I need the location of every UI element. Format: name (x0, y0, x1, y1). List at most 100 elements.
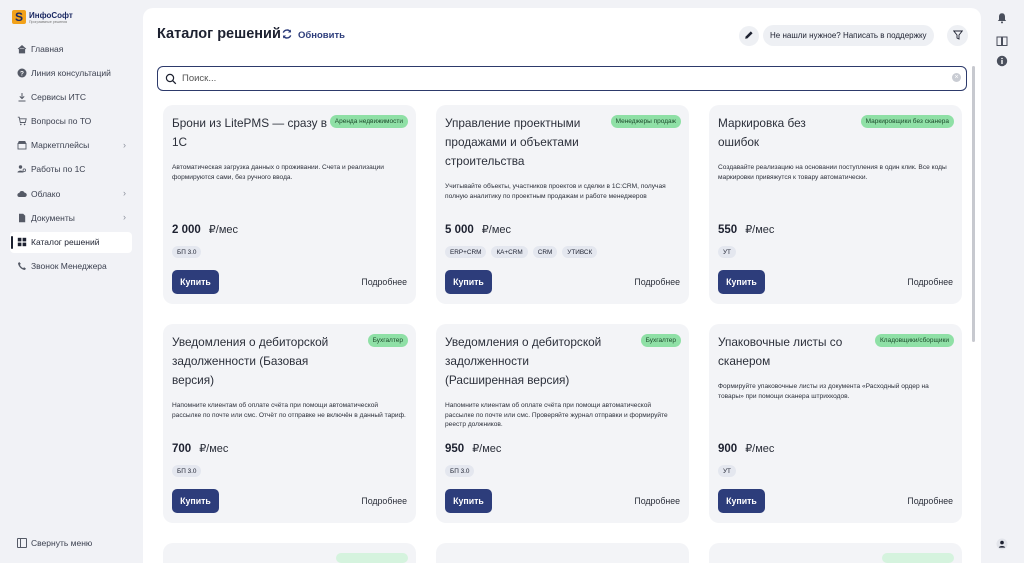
sidebar-item-label: Вопросы по ТО (31, 116, 92, 127)
card-description: Учитывайте объекты, участников проектов … (445, 183, 666, 200)
svg-text:?: ? (20, 70, 24, 77)
refresh-button[interactable]: Обновить (281, 28, 345, 42)
buy-button[interactable]: Купить (445, 489, 492, 513)
page-title: Каталог решений (157, 26, 281, 42)
product-tag: ERP+CRM (445, 246, 487, 258)
pencil-icon (744, 30, 754, 43)
price-unit: ₽/мес (745, 224, 775, 236)
audience-tag-partial (336, 553, 408, 563)
collapse-menu-button[interactable]: Свернуть меню (17, 538, 92, 548)
sidebar-item-to-questions[interactable]: Вопросы по ТО (10, 111, 132, 132)
search-input[interactable] (182, 73, 942, 84)
sidebar-item-its-services[interactable]: Сервисы ИТС (10, 86, 132, 107)
sidebar-item-documents[interactable]: Документы › (10, 207, 132, 228)
product-tags: БП 3.0 (172, 465, 202, 477)
chevron-right-icon: › (123, 139, 126, 150)
audience-tag: Бухгалтер (640, 334, 681, 347)
sidebar-item-cloud[interactable]: Облако › (10, 183, 132, 204)
price-unit: ₽/мес (745, 443, 775, 455)
details-link[interactable]: Подробнее (634, 496, 680, 506)
solution-card: Упаковочные листы со сканером Кладовщики… (709, 324, 962, 523)
filter-icon (952, 27, 963, 45)
product-tag: КА+CRM (491, 246, 528, 258)
buy-button[interactable]: Купить (172, 489, 219, 513)
solution-card: Уведомления о дебиторской задолженности … (163, 324, 416, 523)
product-tag: БП 3.0 (172, 465, 202, 477)
sidebar-item-label: Каталог решений (31, 237, 100, 247)
sidebar-item-label: Работы по 1С (31, 164, 86, 175)
details-link[interactable]: Подробнее (907, 496, 953, 506)
card-title: Маркировка без ошибок (718, 116, 806, 149)
audience-tag: Бухгалтер (367, 334, 408, 347)
price-unit: ₽/мес (199, 443, 229, 455)
scrollbar[interactable] (972, 66, 975, 342)
bell-icon[interactable] (995, 11, 1009, 25)
buy-button[interactable]: Купить (445, 270, 492, 294)
card-title: Уведомления о дебиторской задолженности … (445, 335, 602, 387)
brand-logo[interactable]: S ИнфоСофт Программные решения (12, 10, 73, 24)
product-tag: УТИВСК (562, 246, 598, 258)
solution-card-partial (163, 543, 416, 563)
filter-button[interactable] (947, 25, 968, 46)
card-description: Напомните клиентам об оплате счёта при п… (172, 402, 406, 419)
sidebar-item-home[interactable]: Главная (10, 38, 132, 59)
sidebar-item-catalog[interactable]: Каталог решений (10, 231, 132, 253)
refresh-icon (281, 28, 293, 42)
download-icon (17, 92, 27, 102)
product-tags: ERP+CRM КА+CRM CRM УТИВСК (445, 246, 598, 258)
collapse-menu-label: Свернуть меню (31, 538, 93, 548)
card-title: Управление проектными продажами и объект… (445, 116, 581, 168)
card-description: Создавайте реализацию на основании посту… (718, 164, 947, 181)
buy-button[interactable]: Купить (718, 489, 765, 513)
sidebar-item-manager-call[interactable]: Звонок Менеджера (10, 256, 132, 277)
solution-card-partial (436, 543, 689, 563)
sidebar-item-consult-line[interactable]: ? Линия консультаций (10, 62, 132, 83)
solution-card: Уведомления о дебиторской задолженности … (436, 324, 689, 523)
card-price: 550 ₽/мес (718, 223, 774, 236)
support-request-button[interactable]: Не нашли нужное? Написать в поддержку (763, 25, 934, 46)
book-icon[interactable] (995, 34, 1009, 48)
product-tag: БП 3.0 (445, 465, 475, 477)
sidebar-item-1c-works[interactable]: Работы по 1С (10, 159, 132, 180)
sidebar-item-label: Главная (31, 43, 64, 54)
store-icon (17, 140, 27, 150)
refresh-label: Обновить (298, 29, 345, 41)
price-value: 950 (445, 443, 465, 455)
sidebar-nav: Главная ? Линия консультаций Сервисы ИТС… (10, 38, 132, 280)
sidebar-item-label: Сервисы ИТС (31, 91, 87, 102)
audience-tag-partial (882, 553, 954, 563)
card-title: Уведомления о дебиторской задолженности … (172, 335, 329, 387)
sidebar-item-marketplaces[interactable]: Маркетплейсы › (10, 135, 132, 156)
details-link[interactable]: Подробнее (361, 277, 407, 287)
right-rail (992, 0, 1012, 563)
chevron-right-icon: › (123, 188, 126, 199)
buy-button[interactable]: Купить (172, 270, 219, 294)
edit-button[interactable] (739, 26, 759, 46)
card-price: 900 ₽/мес (718, 442, 774, 455)
price-value: 900 (718, 443, 738, 455)
product-tag: CRM (532, 246, 558, 258)
logo-name: ИнфоСофт (29, 10, 73, 20)
phone-icon (17, 261, 27, 271)
details-link[interactable]: Подробнее (907, 277, 953, 287)
sidebar-item-label: Линия консультаций (31, 67, 111, 78)
main-panel: Каталог решений Обновить Не нашли нужное… (143, 8, 981, 563)
sidebar-item-label: Маркетплейсы (31, 140, 90, 151)
info-icon[interactable] (995, 54, 1009, 68)
users-icon (17, 164, 27, 174)
price-value: 700 (172, 443, 192, 455)
user-avatar-icon[interactable] (995, 537, 1009, 551)
audience-tag: Аренда недвижимости (329, 115, 408, 128)
solution-card: Управление проектными продажами и объект… (436, 105, 689, 304)
audience-tag: Маркировщики без сканера (860, 115, 954, 128)
audience-tag: Кладовщики/сборщики (875, 334, 954, 347)
price-unit: ₽/мес (208, 224, 239, 236)
help-icon: ? (17, 68, 27, 78)
details-link[interactable]: Подробнее (634, 277, 680, 287)
clear-search-icon[interactable]: × (952, 73, 961, 82)
card-description: Напомните клиентам об оплате счёта при п… (445, 402, 668, 428)
buy-button[interactable]: Купить (718, 270, 765, 294)
price-unit: ₽/мес (481, 224, 512, 236)
card-price: 950 ₽/мес (445, 442, 501, 455)
details-link[interactable]: Подробнее (361, 496, 407, 506)
